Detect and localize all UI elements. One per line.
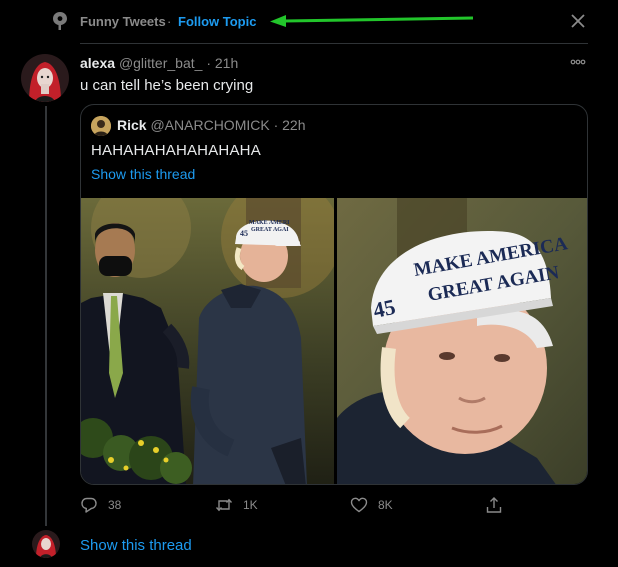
topic-bar: Funny Tweets · Follow Topic — [0, 0, 618, 44]
quote-avatar-photo — [91, 116, 111, 136]
quote-timestamp: · 22h — [273, 117, 306, 133]
author-handle[interactable]: @glitter_bat_ — [119, 55, 202, 71]
share-icon — [486, 497, 502, 513]
thread-connector-line — [45, 106, 47, 526]
like-count: 8K — [378, 498, 393, 512]
quote-header: Rick @ANARCHOMICK · 22h — [117, 117, 306, 133]
close-icon[interactable] — [568, 11, 588, 31]
tweet-header: alexa @glitter_bat_ · 21h — [80, 55, 238, 71]
avatar-photo — [21, 54, 69, 102]
topic-separator: · — [167, 14, 172, 29]
thread-avatar[interactable] — [32, 530, 60, 558]
quote-author-name: Rick — [117, 117, 147, 133]
follow-topic-link[interactable]: Follow Topic — [178, 14, 256, 29]
quote-photo-left[interactable]: MAKE AMERI GREAT AGAI 45 — [81, 198, 334, 484]
heart-icon — [350, 497, 368, 513]
topic-divider — [80, 43, 588, 44]
tweet-timestamp[interactable]: 21h — [215, 55, 238, 71]
quote-show-thread-link[interactable]: Show this thread — [91, 166, 195, 182]
topic-bubble-icon — [53, 12, 67, 30]
photo-left-illustration: MAKE AMERI GREAT AGAI 45 — [81, 198, 334, 484]
show-thread-link[interactable]: Show this thread — [80, 537, 192, 554]
cap-slogan-small: MAKE AMERI — [249, 220, 290, 226]
quote-avatar — [91, 116, 111, 136]
reply-button[interactable]: 38 — [80, 494, 140, 516]
cap-slogan-small-2: GREAT AGAI — [251, 227, 289, 233]
retweet-count: 1K — [243, 498, 258, 512]
quoted-tweet-card[interactable]: Rick @ANARCHOMICK · 22h HAHAHAHAHAHAHAHA… — [80, 104, 588, 485]
tweet-text: u can tell he’s been crying — [80, 77, 254, 94]
annotation-arrow — [270, 15, 474, 27]
like-button[interactable]: 8K — [350, 494, 410, 516]
more-options-icon[interactable] — [568, 56, 588, 68]
avatar[interactable] — [21, 54, 69, 102]
retweet-icon — [215, 498, 233, 512]
reply-count: 38 — [108, 498, 122, 512]
author-name[interactable]: alexa — [80, 55, 115, 71]
reply-icon — [81, 497, 97, 513]
retweet-button[interactable]: 1K — [215, 494, 275, 516]
tweet-action-bar: 38 1K 8K — [80, 494, 588, 516]
photo-right-illustration: MAKE AMERICA GREAT AGAIN 45 — [337, 198, 587, 484]
quote-text: HAHAHAHAHAHAHAHA — [91, 142, 261, 159]
thread-avatar-photo — [32, 530, 60, 558]
quote-photo-right[interactable]: MAKE AMERICA GREAT AGAIN 45 — [337, 198, 587, 484]
cap-number-small: 45 — [240, 229, 248, 238]
share-button[interactable] — [485, 494, 505, 516]
topic-name[interactable]: Funny Tweets — [80, 14, 166, 29]
quote-author-handle: @ANARCHOMICK — [150, 117, 270, 133]
time-separator: · — [206, 55, 211, 71]
